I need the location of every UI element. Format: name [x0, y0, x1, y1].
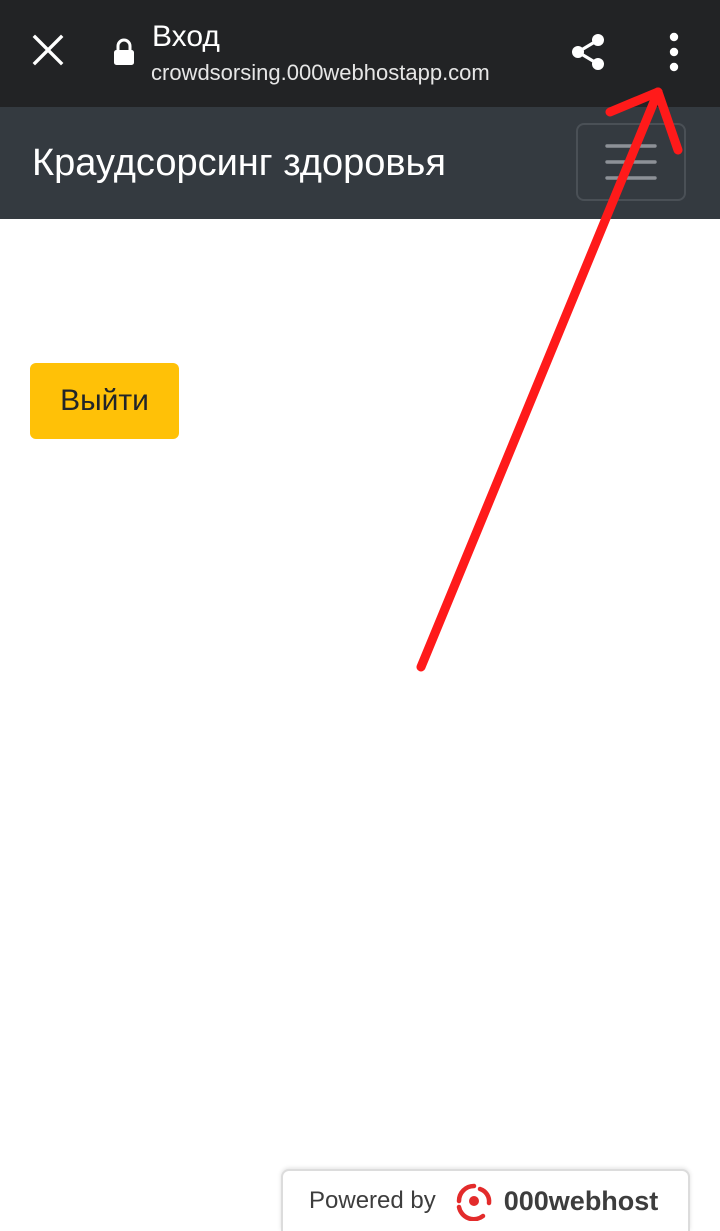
site-navbar: Краудсорсинг здоровья — [0, 107, 720, 219]
hamburger-menu-icon — [605, 144, 657, 180]
close-tab-button[interactable] — [20, 22, 76, 78]
share-icon — [572, 34, 604, 70]
share-button[interactable] — [562, 26, 614, 78]
logout-button[interactable]: Выйти — [30, 363, 179, 439]
browser-toolbar: Вход crowdsorsing.000webhostapp.com — [0, 0, 720, 107]
lock-icon — [114, 38, 134, 65]
powered-by-badge[interactable]: Powered by 000webhost — [281, 1169, 690, 1231]
page-url[interactable]: crowdsorsing.000webhostapp.com — [151, 60, 490, 86]
powered-by-label: Powered by — [309, 1187, 436, 1214]
navbar-toggle-button[interactable] — [576, 123, 686, 201]
webhost-name: 000webhost — [503, 1185, 659, 1216]
more-options-button[interactable] — [652, 26, 696, 78]
more-vert-icon — [669, 32, 679, 72]
close-icon — [32, 34, 64, 66]
page-title: Вход — [152, 20, 220, 53]
site-brand[interactable]: Краудсорсинг здоровья — [32, 141, 446, 185]
webhost-logo-icon — [456, 1183, 492, 1221]
